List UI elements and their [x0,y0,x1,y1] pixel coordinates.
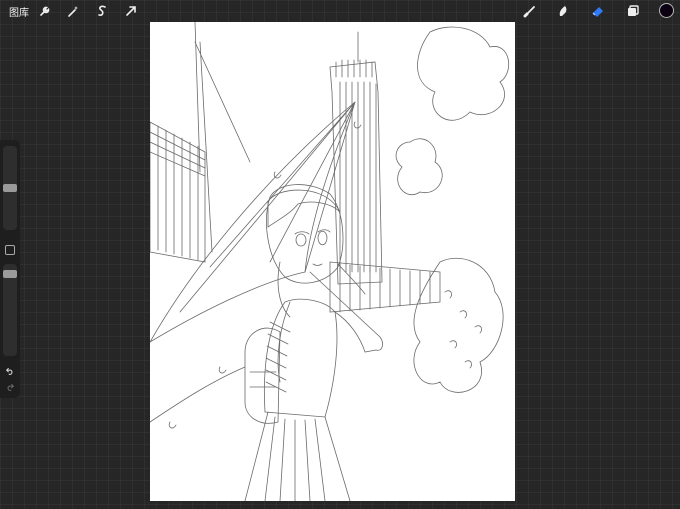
brush-icon[interactable] [522,3,538,19]
magic-wand-icon[interactable] [65,3,81,19]
modify-square-icon[interactable] [5,245,15,255]
opacity-slider[interactable] [3,264,17,356]
layers-icon[interactable] [625,3,641,19]
opacity-thumb[interactable] [3,270,17,278]
redo-icon[interactable] [3,380,17,394]
wrench-icon[interactable] [37,3,53,19]
undo-icon[interactable] [3,364,17,378]
gallery-button[interactable]: 图库 [9,4,29,19]
top-toolbar: 图库 [0,0,680,22]
brush-size-slider[interactable] [3,146,17,230]
brush-size-thumb[interactable] [3,184,17,192]
color-picker-swatch[interactable] [659,3,674,18]
eraser-icon[interactable] [590,3,606,19]
drawing-canvas[interactable] [150,22,515,501]
smudge-icon[interactable] [555,3,571,19]
transform-arrow-icon[interactable] [123,3,139,19]
left-sidebar [0,140,20,398]
pencil-sketch-artwork [150,22,509,501]
selection-icon[interactable] [94,3,110,19]
